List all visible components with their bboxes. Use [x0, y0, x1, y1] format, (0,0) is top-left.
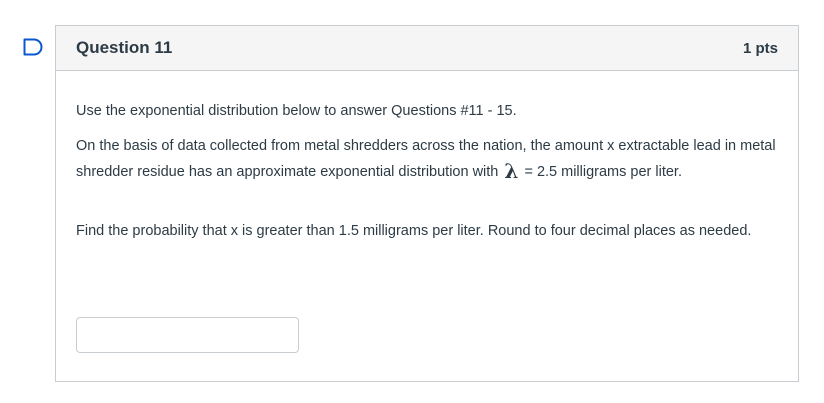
- question-prompt: Find the probability that x is greater t…: [76, 223, 752, 239]
- question-intro: Use the exponential distribution below t…: [76, 103, 517, 119]
- question-card: Question 11 1 pts Use the exponential di…: [55, 25, 799, 382]
- question-context-text-end: = 2.5 milligrams per liter.: [520, 164, 682, 180]
- question-points: 1 pts: [742, 39, 778, 57]
- answer-input[interactable]: [76, 317, 299, 353]
- lambda-symbol: λ: [504, 159, 519, 183]
- question-text: Use the exponential distribution below t…: [56, 71, 798, 244]
- question-context: On the basis of data collected from meta…: [76, 134, 778, 185]
- question-title: Question 11: [76, 38, 173, 57]
- flag-icon[interactable]: [23, 38, 45, 56]
- question-header: Question 11 1 pts: [56, 26, 798, 71]
